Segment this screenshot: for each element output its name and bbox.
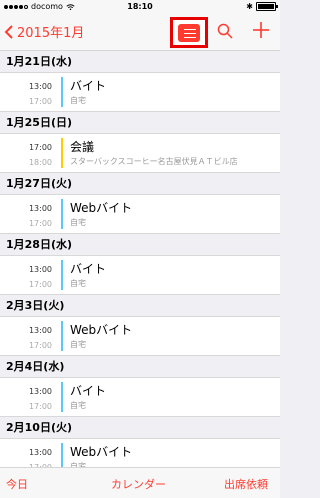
back-button[interactable]: 2015年1月: [4, 22, 84, 41]
chevron-left-icon: [4, 24, 13, 39]
event-title: バイト: [70, 262, 107, 276]
event-title: バイト: [70, 384, 107, 398]
event-row[interactable]: 13:00 17:00 Webバイト自宅: [0, 195, 280, 234]
event-row[interactable]: 13:00 17:00 Webバイト自宅: [0, 317, 280, 356]
search-icon[interactable]: [217, 23, 233, 39]
event-location: スターバックスコーヒー名古屋伏見ＡＴビル店: [70, 157, 238, 166]
event-row[interactable]: 13:00 17:00 バイト自宅: [0, 256, 280, 295]
calendar-color-bar: [61, 77, 63, 107]
calendar-color-bar: [61, 321, 63, 351]
event-start-time: 13:00: [28, 387, 52, 396]
tab-calendar[interactable]: カレンダー: [111, 476, 166, 492]
event-row[interactable]: 17:00 18:00 会議スターバックスコーヒー名古屋伏見ＡＴビル店: [0, 134, 280, 173]
event-location: 自宅: [70, 96, 86, 105]
add-icon[interactable]: [251, 20, 271, 40]
section-date-header: 1月28日(水): [0, 234, 280, 256]
status-right: ✱: [246, 2, 278, 11]
event-end-time: 18:00: [28, 158, 52, 167]
event-title: Webバイト: [70, 201, 133, 215]
section-date-header: 2月3日(火): [0, 295, 280, 317]
event-title: Webバイト: [70, 445, 133, 459]
event-start-time: 13:00: [28, 326, 52, 335]
event-end-time: 17:00: [28, 402, 52, 411]
event-list: 1月21日(水) 13:00 17:00 バイト 自宅 1月25日(日) 17:00 18:0…: [0, 51, 280, 478]
nav-bar: 2015年1月: [0, 14, 280, 51]
list-view-button[interactable]: [170, 17, 208, 48]
calendar-color-bar: [61, 382, 63, 412]
section-date-header: 1月21日(水): [0, 51, 280, 73]
event-start-time: 13:00: [28, 265, 52, 274]
tab-invites[interactable]: 出席依頼: [224, 476, 268, 492]
event-start-time: 17:00: [28, 143, 52, 152]
event-start-time: 13:00: [28, 82, 52, 91]
calendar-color-bar: [61, 260, 63, 290]
event-title: Webバイト: [70, 323, 133, 337]
list-icon: [178, 23, 200, 42]
tab-today[interactable]: 今日: [6, 476, 28, 492]
status-time: 18:10: [127, 2, 153, 11]
status-bar: docomo 18:10 ✱: [0, 0, 280, 14]
section-date-header: 1月25日(日): [0, 112, 280, 134]
event-location: 自宅: [70, 279, 86, 288]
calendar-color-bar: [61, 138, 63, 168]
event-location: 自宅: [70, 218, 86, 227]
event-start-time: 13:00: [28, 204, 52, 213]
event-title: バイト: [70, 79, 107, 93]
section-date-header: 2月4日(水): [0, 356, 280, 378]
calendar-color-bar: [61, 199, 63, 229]
event-start-time: 13:00: [28, 448, 52, 457]
bluetooth-icon: ✱: [246, 2, 253, 11]
battery-icon: [256, 2, 278, 11]
event-end-time: 17:00: [28, 97, 52, 106]
event-location: 自宅: [70, 340, 86, 349]
section-date-header: 2月10日(火): [0, 417, 280, 439]
event-end-time: 17:00: [28, 219, 52, 228]
back-label: 2015年1月: [17, 26, 85, 41]
event-end-time: 17:00: [28, 341, 52, 350]
event-title: 会議: [70, 140, 95, 154]
tab-bar: 今日 カレンダー 出席依頼: [0, 467, 280, 498]
event-location: 自宅: [70, 401, 86, 410]
event-row[interactable]: 13:00 17:00 バイト自宅: [0, 73, 280, 112]
section-date-header: 1月27日(火): [0, 173, 280, 195]
event-end-time: 17:00: [28, 280, 52, 289]
event-row[interactable]: 13:00 17:00 バイト自宅: [0, 378, 280, 417]
